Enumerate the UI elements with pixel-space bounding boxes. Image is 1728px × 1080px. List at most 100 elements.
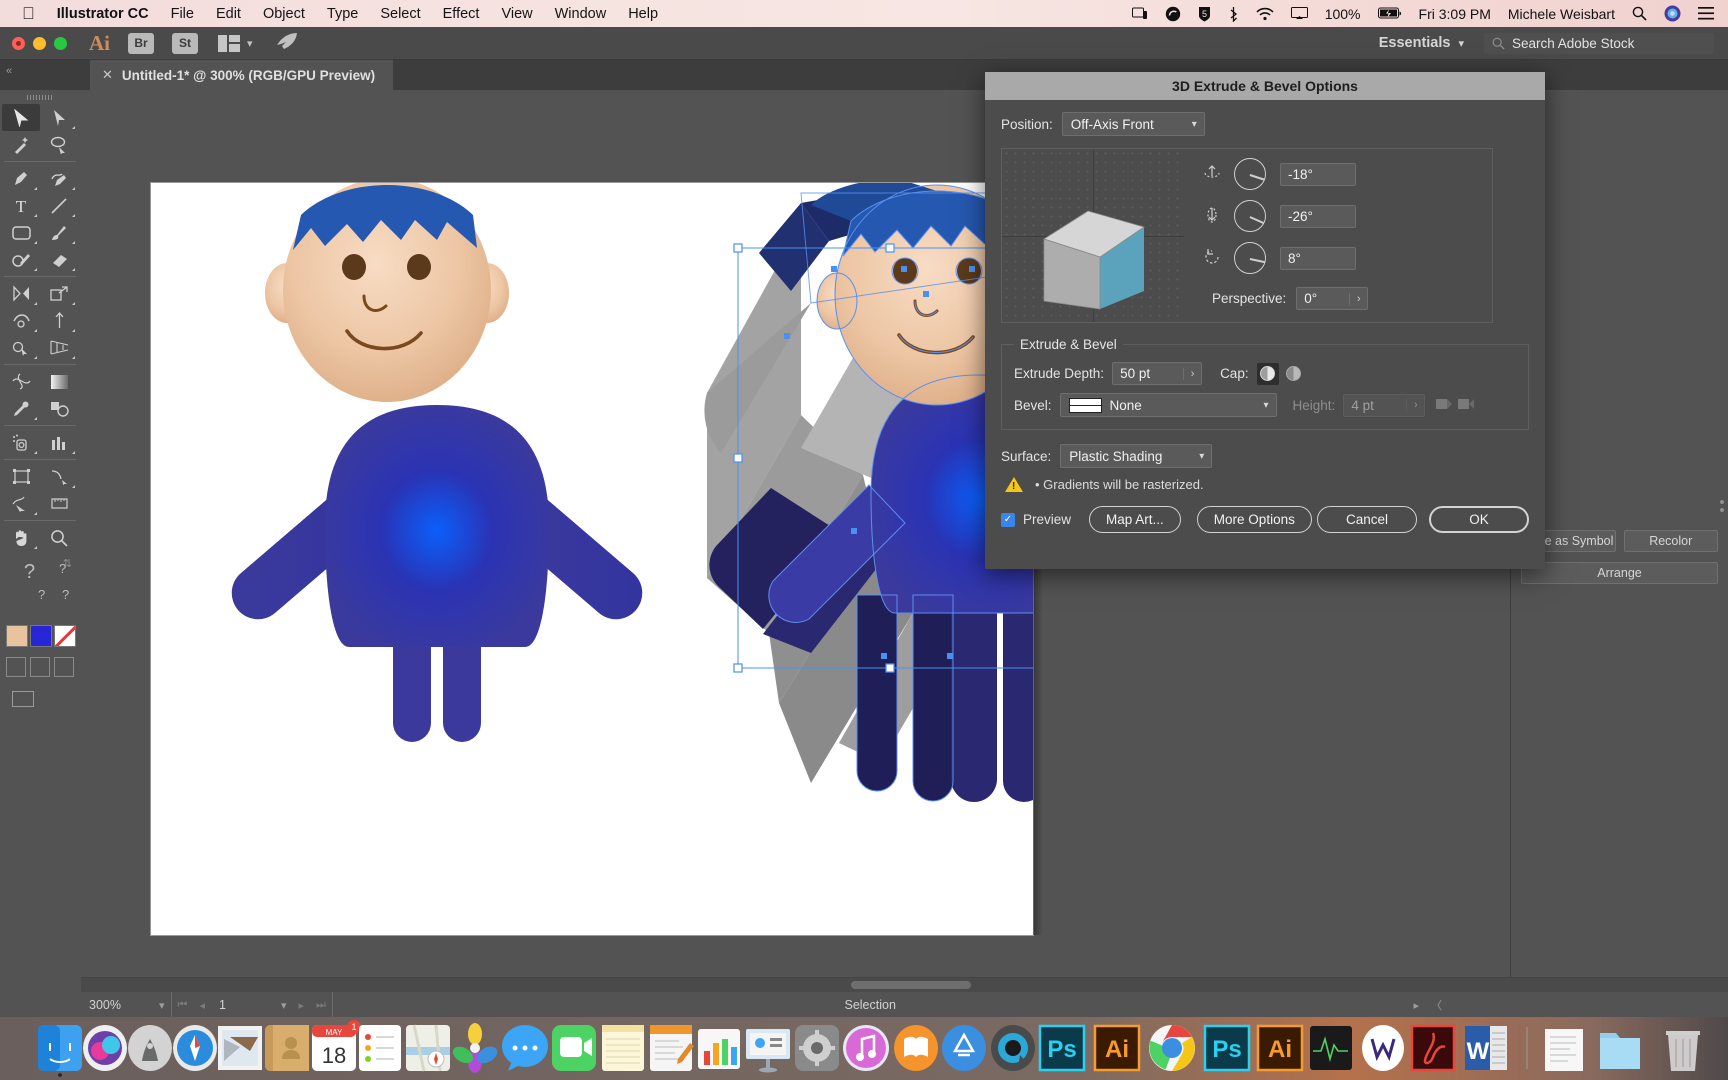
tool-perspective-select[interactable] [2,490,40,517]
menu-select[interactable]: Select [380,6,420,22]
tool-mesh[interactable] [2,368,40,395]
recolor-button[interactable]: Recolor [1623,530,1718,552]
tool-rotate[interactable] [2,280,40,307]
battery-charging-icon[interactable] [1377,7,1402,20]
previous-page-icon[interactable]: ◂ [193,999,211,1012]
tool-perspective-grid[interactable] [40,334,78,361]
status-left-caret-icon[interactable]: 〈 [1425,997,1448,1013]
swatch-gradient[interactable] [30,625,52,647]
menubar-app-name[interactable]: Illustrator CC [57,6,149,22]
fill-and-stroke-control[interactable]: ? ? ? ? ⇅ [4,557,76,617]
page-chevron-down-icon[interactable]: ▾ [275,999,293,1012]
scrollbar-thumb[interactable] [851,981,971,989]
position-select[interactable]: Off-Axis Front ▾ [1061,112,1205,136]
document-tab[interactable]: ✕ Untitled-1* @ 300% (RGB/GPU Preview) [90,60,394,90]
rotate-z-field[interactable]: 8° [1280,246,1356,270]
tool-artboard[interactable] [2,463,40,490]
workspace-switcher[interactable]: Essentials ▾ [1379,35,1464,51]
creative-cloud-icon[interactable] [1165,6,1181,22]
swap-fill-stroke-icon[interactable]: ⇅ [63,557,72,570]
chevron-down-icon[interactable]: ▾ [1264,400,1269,411]
draw-behind-icon[interactable] [30,657,50,677]
tool-gradient[interactable] [40,368,78,395]
extrude-bevel-dialog[interactable]: 3D Extrude & Bevel Options Position: Off… [985,72,1545,569]
arrange-button[interactable]: Arrange [1521,562,1718,584]
menu-object[interactable]: Object [263,6,305,22]
menu-help[interactable]: Help [628,6,658,22]
minimize-window-button[interactable] [33,36,46,50]
tool-paintbrush[interactable] [40,219,78,246]
screen-mode-icon[interactable] [12,691,34,707]
chevron-down-icon[interactable]: ▾ [1199,451,1204,462]
artwork-svg[interactable] [151,183,1033,935]
tool-measure[interactable] [40,490,78,517]
extrude-depth-field[interactable]: 50 pt › [1112,362,1203,385]
close-window-button[interactable] [12,36,25,50]
maximize-window-button[interactable] [54,36,67,50]
stock-button[interactable]: St [172,32,198,54]
airplay-display-icon[interactable] [1131,7,1148,21]
chevron-down-icon[interactable]: ▾ [247,37,253,50]
collapse-panel-icon[interactable]: « [6,65,12,77]
shield5-icon[interactable]: 5 [1198,6,1211,22]
tool-slice[interactable] [40,463,78,490]
arrange-documents-icon[interactable]: ▾ [218,34,253,52]
chevron-down-icon[interactable]: ▾ [153,999,171,1012]
chevron-down-icon[interactable]: ▾ [1192,119,1197,130]
cap-hollow-icon[interactable] [1283,363,1305,385]
tool-status-label[interactable]: Selection [333,998,1408,1012]
tool-line-segment[interactable] [40,192,78,219]
rotate-y-dial[interactable] [1234,200,1266,232]
tool-shaper[interactable] [2,246,40,273]
tool-column-graph[interactable] [40,429,78,456]
tool-blend[interactable] [40,395,78,422]
menu-type[interactable]: Type [327,6,358,22]
close-icon[interactable]: ✕ [102,67,113,83]
position-preview-box[interactable]: -18° -26° 8° Perspective: 0° › [1001,148,1493,323]
tools-panel-grip[interactable] [0,90,80,104]
tool-lasso[interactable] [40,131,78,158]
screen-mirror-icon[interactable] [1290,6,1308,21]
map-art-button[interactable]: Map Art... [1089,506,1181,533]
more-options-button[interactable]: More Options [1196,506,1312,533]
tool-magic-wand[interactable] [2,131,40,158]
horizontal-scrollbar[interactable] [81,978,1728,992]
surface-select[interactable]: Plastic Shading ▾ [1060,444,1213,468]
menu-view[interactable]: View [501,6,532,22]
apple-icon[interactable]:  [22,5,35,22]
swatch-none[interactable] [54,625,76,647]
stepper-arrow-icon[interactable]: › [1183,367,1201,380]
panel-dots-icon[interactable] [1720,500,1724,512]
tool-type[interactable]: T [2,192,40,219]
tool-direct-selection[interactable] [40,104,78,131]
window-controls[interactable] [12,36,67,50]
menu-edit[interactable]: Edit [216,6,241,22]
last-page-icon[interactable]: ⏭ [310,999,332,1012]
bluetooth-icon[interactable] [1228,6,1239,22]
tool-free-transform[interactable] [40,307,78,334]
swatch-fill-color[interactable] [6,625,28,647]
bevel-select[interactable]: None ▾ [1059,393,1277,417]
status-play-caret-icon[interactable]: ▸ [1407,999,1425,1012]
stock-search-input[interactable]: Search Adobe Stock [1484,32,1714,54]
tool-curvature[interactable] [40,165,78,192]
rocket-icon[interactable] [275,32,299,55]
tool-width[interactable] [2,307,40,334]
draw-normal-icon[interactable] [6,657,26,677]
wifi-icon[interactable] [1256,7,1274,21]
tool-hand[interactable] [2,524,40,551]
next-page-icon[interactable]: ▸ [293,999,311,1012]
menu-file[interactable]: File [171,6,194,22]
first-page-icon[interactable]: ⏮ [172,999,194,1012]
tool-eyedropper[interactable] [2,395,40,422]
menubar-user-name[interactable]: Michele Weisbart [1508,6,1615,22]
rotate-y-field[interactable]: -26° [1280,204,1356,228]
tool-scale[interactable] [40,280,78,307]
draw-inside-icon[interactable] [54,657,74,677]
tool-rectangle[interactable] [2,219,40,246]
zoom-level-field[interactable]: 300% [81,998,153,1012]
menubar-clock[interactable]: Fri 3:09 PM [1419,6,1491,22]
tool-selection[interactable] [2,104,40,131]
siri-icon[interactable] [1664,5,1681,22]
chevron-down-icon[interactable]: ▾ [1458,37,1464,50]
